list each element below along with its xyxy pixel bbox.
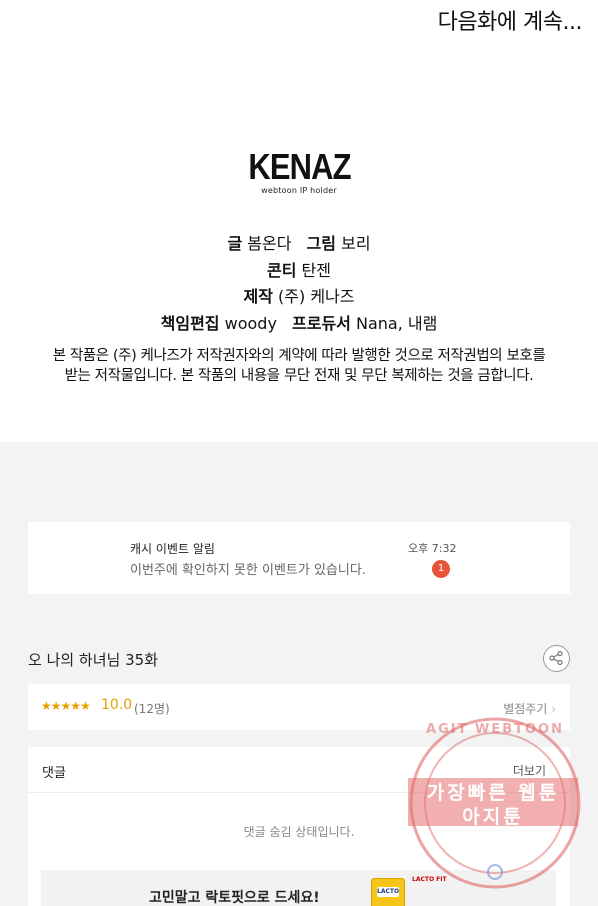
copyright-notice: 본 작품은 (주) 케나즈가 저작권자와의 계약에 따라 발행한 것으로 저작권…: [0, 346, 598, 386]
production-value: (주) 케나즈: [278, 287, 355, 306]
share-button[interactable]: [543, 645, 570, 672]
producer-label: 프로듀서: [292, 313, 351, 333]
credits-line-4: 책임편집 woody 프로듀서 Nana, 내램: [0, 311, 598, 338]
rating-stars: ★★★★★: [41, 699, 91, 713]
story-label: 글: [227, 234, 243, 253]
stamp-line-1: 가장빠른 웹툰: [426, 782, 560, 804]
credits-line-2: 콘티 탄젠: [0, 258, 598, 285]
logo-main-text: KENAZ: [247, 146, 351, 187]
rate-button[interactable]: 별점주기 ›: [503, 700, 556, 717]
production-label: 제작: [243, 287, 273, 306]
notification-title: 캐시 이벤트 알림: [130, 542, 215, 556]
notice-line-1: 본 작품은 (주) 케나즈가 저작권자와의 계약에 따라 발행한 것으로 저작권…: [52, 348, 546, 364]
watermark-stamp: AGIT WEBTOON 가장빠른 웹툰 아지툰: [408, 716, 582, 890]
producer-value: Nana, 내램: [356, 313, 438, 333]
share-icon: [549, 651, 563, 665]
rating-count: (12명): [134, 702, 170, 716]
story-value: 봄온다: [247, 234, 292, 253]
continue-text: 다음화에 계속...: [437, 10, 583, 35]
webtoon-final-panel: 다음화에 계속... KENAZ webtoon IP holder 글 봄온다…: [0, 0, 598, 442]
chevron-right-icon: ›: [551, 702, 556, 716]
ad-text: 고민말고 락토핏으로 드세요!: [149, 890, 320, 906]
notification-time: 오후 7:32: [408, 542, 457, 555]
ad-product-image: LACTO: [371, 878, 405, 906]
notification-badge: 1: [432, 560, 450, 578]
editor-value: woody: [224, 313, 277, 333]
notice-line-2: 받는 저작물입니다. 본 작품의 내용을 무단 전재 및 무단 복제하는 것을 …: [64, 368, 534, 384]
storyboard-label: 콘티: [267, 260, 297, 280]
cash-event-notification[interactable]: 캐시 이벤트 알림 이번주에 확인하지 못한 이벤트가 있습니다. 오후 7:3…: [28, 522, 570, 594]
credits-line-3: 제작 (주) 케나즈: [0, 284, 598, 311]
ad-product-label: LACTO: [377, 887, 400, 897]
rate-button-label: 별점주기: [503, 702, 548, 716]
editor-label: 책임편집: [160, 313, 220, 333]
art-value: 보리: [341, 234, 371, 253]
credits-line-1: 글 봄온다 그림 보리: [0, 231, 598, 258]
episode-title: 오 나의 하녀님 35화: [28, 651, 158, 669]
stamp-arc-text: AGIT WEBTOON: [426, 722, 564, 737]
notification-body: 이번주에 확인하지 못한 이벤트가 있습니다.: [130, 563, 366, 578]
rating-score: 10.0: [101, 697, 133, 713]
stamp-line-2: 아지툰: [462, 806, 524, 828]
art-label: 그림: [306, 234, 336, 253]
publisher-logo: KENAZ webtoon IP holder: [0, 146, 598, 195]
comments-label: 댓글: [42, 766, 66, 781]
storyboard-value: 탄젠: [301, 260, 331, 280]
credits-block: 글 봄온다 그림 보리 콘티 탄젠 제작 (주) 케나즈 책임편집 woody …: [0, 231, 598, 337]
